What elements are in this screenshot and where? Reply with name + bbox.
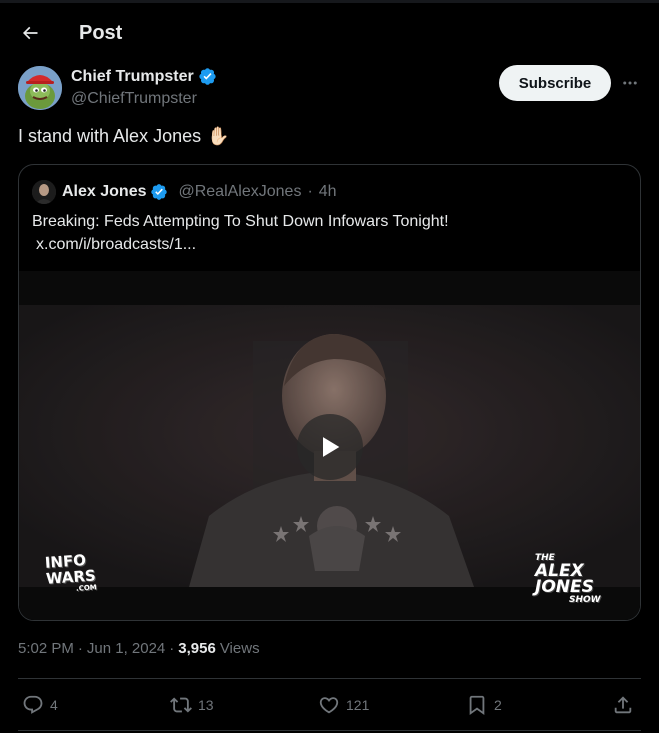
dot-separator: · [77, 640, 83, 657]
page-title: Post [79, 22, 123, 44]
quoted-post-text: Breaking: Feds Attempting To Shut Down I… [32, 210, 622, 256]
dot-separator: · [169, 640, 175, 657]
divider [18, 678, 641, 679]
author-handle[interactable]: @ChiefTrumpster [71, 90, 197, 108]
repost-icon [170, 697, 192, 713]
post-time[interactable]: 5:02 PM [18, 640, 74, 657]
bookmark-icon [469, 695, 485, 716]
repost-button[interactable]: 13 [170, 690, 214, 720]
more-options-button[interactable] [618, 71, 642, 95]
raised-hand-emoji: ✋🏻 [207, 126, 230, 146]
post-meta: 5:02 PM · Jun 1, 2024 · 3,956 Views [18, 640, 260, 657]
divider [18, 730, 641, 731]
views-count: 3,956 [178, 640, 216, 657]
quoted-avatar-image [32, 180, 56, 204]
play-icon [323, 437, 340, 457]
heart-icon [319, 697, 339, 714]
bookmark-count: 2 [494, 697, 502, 713]
like-count: 121 [346, 697, 370, 713]
quoted-post-card[interactable]: Alex Jones @RealAlexJones · 4h Breaking:… [18, 164, 641, 621]
arrow-left-icon [22, 26, 38, 40]
avatar[interactable] [18, 66, 62, 110]
post-author-row: Chief Trumpster @ChiefTrumpster Subscrib… [18, 64, 643, 112]
post-actions: 4 13 121 2 [18, 690, 641, 720]
quoted-post-header: Alex Jones @RealAlexJones · 4h [32, 179, 337, 205]
quoted-author-name-text: Alex Jones [62, 183, 147, 200]
quoted-post-link[interactable]: x.com/i/broadcasts/1... [32, 233, 622, 256]
author-name-text: Chief Trumpster [71, 67, 194, 85]
quoted-post-time: 4h [318, 183, 337, 200]
reply-count: 4 [50, 697, 58, 713]
post-text-body: I stand with Alex Jones [18, 126, 202, 146]
post-date[interactable]: Jun 1, 2024 [87, 640, 165, 657]
bookmark-button[interactable]: 2 [466, 690, 502, 720]
share-button[interactable] [612, 690, 634, 720]
video-player[interactable]: INFO WARS .COM THE ALEX JONES SHOW [19, 271, 640, 620]
reply-button[interactable]: 4 [22, 690, 58, 720]
share-icon [614, 696, 632, 714]
top-bar: Post [0, 0, 659, 62]
verified-badge-icon [199, 68, 216, 85]
author-name[interactable]: Chief Trumpster [71, 67, 217, 86]
more-horizontal-icon [623, 81, 637, 85]
quoted-author-handle: @RealAlexJones [178, 183, 302, 200]
show-logo-line3: JONES [535, 577, 594, 597]
play-button[interactable] [297, 414, 363, 480]
like-button[interactable]: 121 [318, 690, 369, 720]
post-text: I stand with Alex Jones ✋🏻 [18, 126, 230, 147]
dot-separator: · [307, 183, 313, 200]
back-button[interactable] [16, 19, 44, 47]
repost-count: 13 [198, 697, 214, 713]
quoted-post-body: Breaking: Feds Attempting To Shut Down I… [32, 213, 449, 230]
alex-jones-show-logo: THE ALEX JONES SHOW [535, 553, 615, 605]
infowars-logo: INFO WARS .COM [44, 551, 101, 605]
quoted-author-name: Alex Jones [62, 183, 168, 201]
reply-icon [23, 695, 43, 714]
quoted-avatar [32, 180, 56, 204]
verified-badge-icon [151, 184, 168, 200]
subscribe-button[interactable]: Subscribe [499, 65, 611, 101]
views-label: Views [219, 640, 260, 657]
avatar-image [18, 66, 62, 110]
